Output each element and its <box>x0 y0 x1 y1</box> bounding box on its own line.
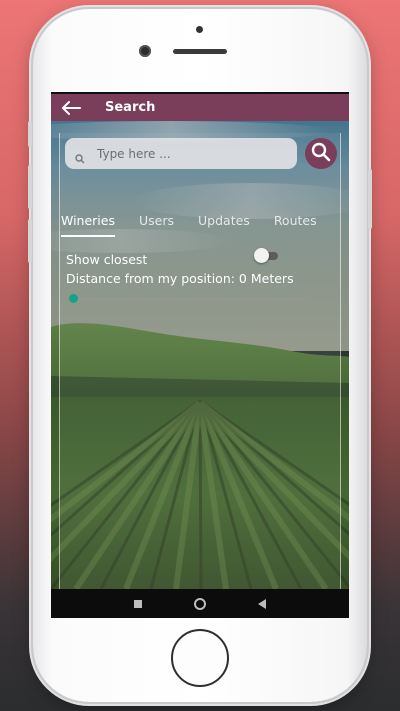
earpiece-speaker <box>173 49 227 54</box>
distance-label: Distance from my position: 0 Meters <box>66 271 294 286</box>
recent-apps-icon[interactable] <box>134 599 142 608</box>
show-closest-toggle[interactable] <box>254 248 278 263</box>
search-icon <box>311 142 331 166</box>
volume-down-button <box>28 219 32 263</box>
front-camera <box>139 45 151 57</box>
tab-updates[interactable]: Updates <box>198 213 250 237</box>
proximity-sensor <box>196 26 203 33</box>
tab-bar: Wineries Users Updates Routes <box>61 213 341 237</box>
search-row <box>65 138 343 170</box>
back-icon[interactable] <box>258 598 266 609</box>
slider-rail <box>73 298 309 300</box>
back-arrow-icon[interactable] <box>51 94 91 121</box>
app-screen: Search Type here ... Wineries Users Upda… <box>51 92 349 618</box>
slider-thumb[interactable] <box>69 294 78 303</box>
search-panel <box>59 133 341 589</box>
mute-switch <box>28 121 32 147</box>
vineyard-background: Wineries Users Updates Routes Show close… <box>51 121 349 589</box>
tab-users[interactable]: Users <box>139 213 174 237</box>
home-button[interactable] <box>171 629 229 687</box>
android-nav-bar <box>51 589 349 618</box>
search-icon <box>75 149 85 163</box>
tab-wineries[interactable]: Wineries <box>61 213 115 237</box>
volume-up-button <box>28 165 32 209</box>
app-bar: Search <box>51 92 349 121</box>
show-closest-label: Show closest <box>66 252 148 267</box>
power-button <box>368 169 372 229</box>
search-field[interactable] <box>65 138 297 169</box>
tab-routes[interactable]: Routes <box>274 213 317 237</box>
show-closest-row: Show closest <box>66 248 278 267</box>
toggle-thumb <box>254 248 269 263</box>
home-icon[interactable] <box>194 597 206 610</box>
page-title: Search <box>105 100 156 115</box>
search-button[interactable] <box>305 138 337 169</box>
distance-slider[interactable] <box>69 294 309 304</box>
search-input[interactable] <box>97 146 277 161</box>
